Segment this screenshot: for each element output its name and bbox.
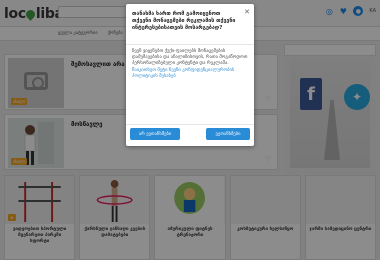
decline-button[interactable]: არ ვეთანხმები (130, 128, 180, 140)
accept-button[interactable]: ვეთანხმები (206, 128, 250, 140)
divider (126, 124, 254, 125)
close-icon[interactable]: ✕ (244, 8, 250, 16)
dialog-body-text: ჩვენ ვიყენებთ ქუქი-ფაილებს მონაცემების დ… (132, 49, 248, 67)
dialog-title: თანახმა ხართ რომ გამოიყენოთ თქვენი მონაც… (132, 11, 236, 31)
divider (126, 44, 254, 45)
dialog-body: ჩვენ ვიყენებთ ქუქი-ფაილებს მონაცემების დ… (132, 49, 248, 80)
privacy-link[interactable]: წაიკითხეთ მეტი ჩვენი კონფიდენციალურობის … (132, 68, 234, 79)
consent-dialog: ✕ თანახმა ხართ რომ გამოიყენოთ თქვენი მონ… (126, 4, 254, 146)
